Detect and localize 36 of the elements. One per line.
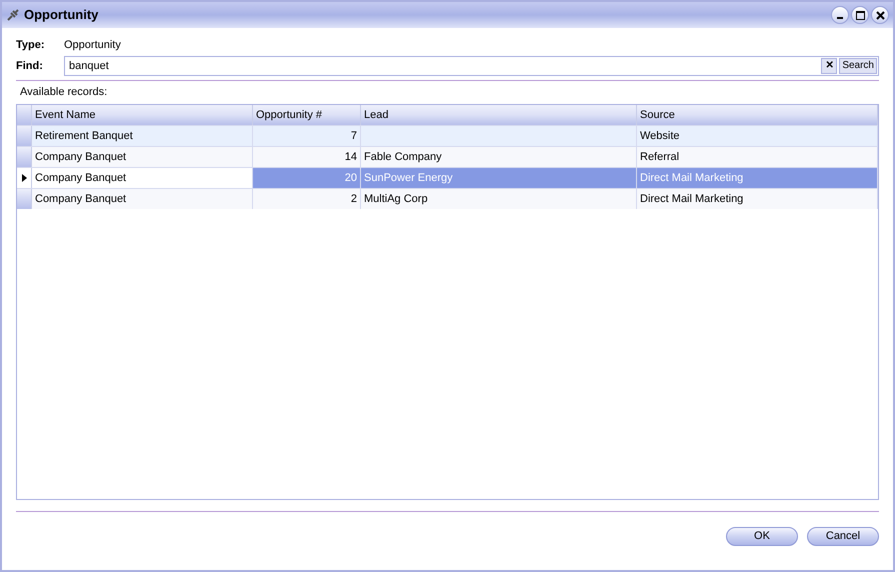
- table-cell: Company Banquet: [32, 189, 253, 209]
- window-title: Opportunity: [24, 6, 98, 24]
- cancel-button[interactable]: Cancel: [807, 527, 879, 546]
- table-cell: 2: [253, 189, 361, 209]
- table-cell: Retirement Banquet: [32, 126, 253, 146]
- ok-button[interactable]: OK: [726, 527, 798, 546]
- plug-icon: [6, 8, 20, 22]
- type-value: Opportunity: [64, 38, 121, 53]
- close-icon: [876, 10, 884, 20]
- type-label: Type:: [16, 38, 46, 53]
- column-header[interactable]: Event Name: [32, 105, 253, 125]
- search-button[interactable]: Search: [839, 58, 877, 74]
- find-field[interactable]: banquet ✕ Search: [64, 56, 879, 76]
- find-label: Find:: [16, 58, 44, 74]
- maximize-button[interactable]: [851, 6, 869, 24]
- table-cell: Direct Mail Marketing: [637, 189, 878, 209]
- table-cell: 7: [253, 126, 361, 146]
- row-pointer-icon: [22, 174, 26, 182]
- table-cell: Referral: [637, 147, 878, 167]
- header-corner: [17, 105, 32, 125]
- column-header[interactable]: Source: [637, 105, 878, 125]
- table-cell: Company Banquet: [32, 147, 253, 167]
- table-cell: SunPower Energy: [361, 168, 637, 188]
- table-cell: 20: [253, 168, 361, 188]
- column-header[interactable]: Opportunity #: [253, 105, 361, 125]
- minimize-button[interactable]: [831, 6, 849, 24]
- close-button[interactable]: [871, 6, 889, 24]
- table-cell: 14: [253, 147, 361, 167]
- table-cell: MultiAg Corp: [361, 189, 637, 209]
- column-header[interactable]: Lead: [361, 105, 637, 125]
- table-cell: Fable Company: [361, 147, 637, 167]
- records-label: Available records:: [20, 85, 108, 100]
- table-cell: Website: [637, 126, 878, 146]
- clear-button[interactable]: ✕: [821, 58, 838, 74]
- maximize-icon: [856, 10, 864, 20]
- table-cell: Direct Mail Marketing: [637, 168, 878, 188]
